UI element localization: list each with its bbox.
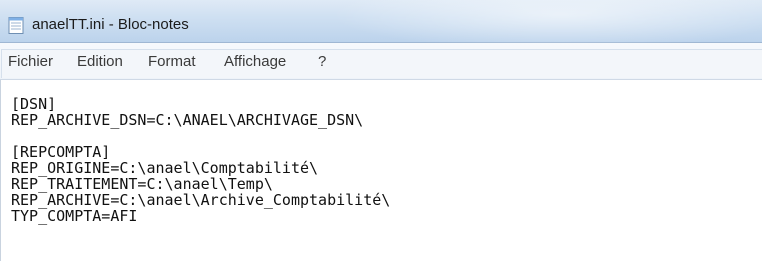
notepad-icon xyxy=(8,17,24,34)
menu-edition[interactable]: Edition xyxy=(77,53,123,70)
menu-fichier[interactable]: Fichier xyxy=(8,53,53,70)
text-editor[interactable]: [DSN] REP_ARCHIVE_DSN=C:\ANAEL\ARCHIVAGE_… xyxy=(0,80,762,261)
editor-line: REP_ARCHIVE_DSN=C:\ANAEL\ARCHIVAGE_DSN\ xyxy=(11,111,364,129)
menu-bar: Fichier Edition Format Affichage ? xyxy=(0,43,762,80)
editor-line: REP_TRAITEMENT=C:\anael\Temp\ xyxy=(11,175,273,193)
menu-help[interactable]: ? xyxy=(318,53,326,70)
editor-line: TYP_COMPTA=AFI xyxy=(11,207,138,225)
notepad-window: anaelTT.ini - Bloc-notes Fichier Edition… xyxy=(0,0,762,261)
editor-content: [DSN] REP_ARCHIVE_DSN=C:\ANAEL\ARCHIVAGE_… xyxy=(11,96,390,224)
menu-format[interactable]: Format xyxy=(148,53,196,70)
window-title: anaelTT.ini - Bloc-notes xyxy=(32,16,189,33)
editor-line: REP_ARCHIVE=C:\anael\Archive_Comptabilit… xyxy=(11,191,391,209)
editor-line: REP_ORIGINE=C:\anael\Comptabilité\ xyxy=(11,159,319,177)
menu-affichage[interactable]: Affichage xyxy=(224,53,286,70)
editor-line: [DSN] xyxy=(11,95,57,113)
editor-line: [REPCOMPTA] xyxy=(11,143,111,161)
title-bar[interactable]: anaelTT.ini - Bloc-notes xyxy=(0,0,762,50)
